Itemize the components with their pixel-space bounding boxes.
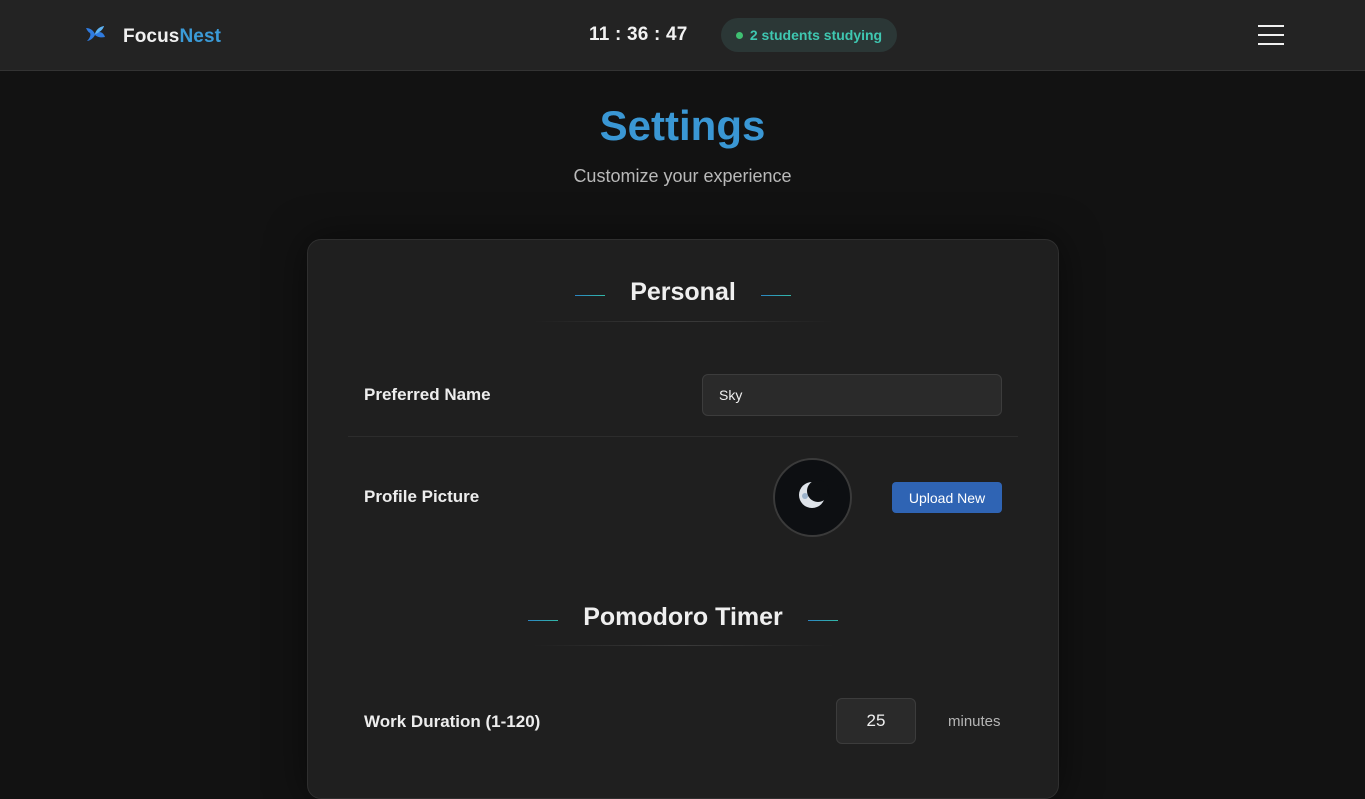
settings-card: Personal Preferred Name Profile Picture … (307, 239, 1059, 799)
upload-new-button[interactable]: Upload New (892, 482, 1002, 513)
top-navbar: FocusNest 11 : 36 : 47 2 students studyi… (0, 0, 1365, 71)
studying-status-badge: 2 students studying (721, 18, 897, 52)
profile-picture-label: Profile Picture (364, 487, 480, 506)
heading-line-right (807, 620, 838, 622)
heading-line-left (528, 620, 559, 622)
work-duration-input[interactable] (836, 698, 916, 744)
brand-name-part2: Nest (179, 25, 222, 47)
section-divider (533, 645, 833, 646)
bird-logo-icon (84, 22, 108, 51)
hamburger-menu-icon[interactable] (1258, 25, 1284, 45)
section-title-pomodoro: Pomodoro Timer (583, 603, 783, 631)
section-divider (533, 321, 833, 322)
brand-name: FocusNest (123, 26, 221, 48)
avatar (773, 458, 852, 537)
row-divider (348, 436, 1018, 437)
brand-name-part1: Focus (123, 25, 180, 47)
section-heading-personal: Personal (308, 278, 1058, 307)
online-dot-icon (735, 31, 743, 39)
page-title: Settings (599, 102, 766, 149)
studying-status-text: 2 students studying (749, 27, 883, 43)
section-title-personal: Personal (630, 278, 736, 306)
work-duration-label: Work Duration (1-120) (364, 712, 541, 731)
heading-line-right (760, 295, 791, 297)
preferred-name-input[interactable] (702, 374, 1002, 416)
brand-logo[interactable]: FocusNest (84, 22, 221, 51)
preferred-name-label: Preferred Name (364, 385, 491, 404)
live-clock: 11 : 36 : 47 (589, 24, 688, 45)
page-subtitle: Customize your experience (573, 166, 792, 186)
section-heading-pomodoro: Pomodoro Timer (308, 603, 1058, 632)
heading-line-left (575, 295, 606, 297)
work-duration-unit: minutes (948, 713, 1001, 730)
crescent-moon-icon (797, 479, 829, 516)
